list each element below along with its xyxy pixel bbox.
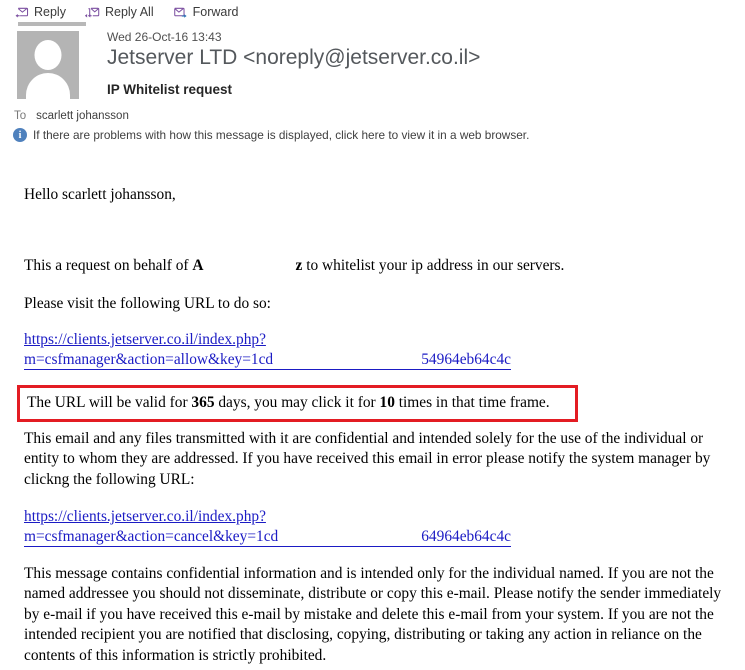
forward-button-label: Forward [192,5,239,19]
allow-url-key-tail: 54964eb64c4c [421,350,511,368]
reply-button-label: Reply [34,5,66,19]
person-placeholder-body [26,73,70,99]
infobar-text: If there are problems with how this mess… [33,128,530,142]
validity-middle: days, you may click it for [214,394,380,411]
forward-icon [173,6,188,19]
allow-url-line2[interactable]: m=csfmanager&action=allow&key=1cd 54964eb… [24,350,511,371]
reply-all-icon [84,6,100,19]
validity-clicks: 10 [379,394,395,411]
body-visit-instruction: Please visit the following URL to do so: [24,295,271,312]
whitelist-allow-url[interactable]: https://clients.jetserver.co.il/index.ph… [24,330,511,371]
reply-all-button[interactable]: Reply All [84,5,154,19]
reply-icon [14,6,29,19]
request-suffix: to whitelist your ip address in our serv… [302,257,565,274]
allow-url-key: m=csfmanager&action=allow&key=1cd [24,350,274,368]
sender-address[interactable]: Jetserver LTD <noreply@jetserver.co.il> [107,46,480,70]
info-icon: i [13,128,27,142]
allow-url-line1[interactable]: https://clients.jetserver.co.il/index.ph… [24,330,266,350]
toolbar-divider [18,22,86,26]
message-date: Wed 26-Oct-16 13:43 [107,30,222,44]
to-label: To [14,110,27,122]
body-greeting: Hello scarlett johansson, [24,186,176,203]
web-browser-infobar[interactable]: i If there are problems with how this me… [13,128,529,142]
cancel-url-key-tail: 64964eb64c4c [421,527,511,545]
person-placeholder-icon [34,40,62,70]
validity-highlight-box: The URL will be valid for 365 days, you … [17,385,578,423]
forward-button[interactable]: Forward [173,5,239,19]
validity-prefix: The URL will be valid for [27,394,192,411]
recipient-name[interactable]: scarlett johansson [36,110,129,122]
body-request-line: This a request on behalf of Az to whitel… [24,256,564,276]
reply-button[interactable]: Reply [14,5,66,19]
cancel-url-line1[interactable]: https://clients.jetserver.co.il/index.ph… [24,507,266,527]
validity-days: 365 [191,394,215,411]
request-name-start: A [192,257,204,274]
confidentiality-notice: This email and any files transmitted wit… [24,430,711,488]
validity-suffix: times in that time frame. [394,394,550,411]
message-subject: IP Whitelist request [107,82,233,97]
final-confidentiality-notice: This message contains confidential infor… [24,565,722,664]
whitelist-cancel-url[interactable]: https://clients.jetserver.co.il/index.ph… [24,507,511,548]
message-toolbar: Reply Reply All Forward [0,0,745,24]
cancel-url-line2[interactable]: m=csfmanager&action=cancel&key=1cd 64964e… [24,527,511,548]
request-prefix: This a request on behalf of [24,257,193,274]
cancel-url-key: m=csfmanager&action=cancel&key=1cd [24,527,279,545]
recipient-row: To scarlett johansson [14,110,129,122]
avatar [17,31,79,99]
reply-all-button-label: Reply All [104,5,154,19]
